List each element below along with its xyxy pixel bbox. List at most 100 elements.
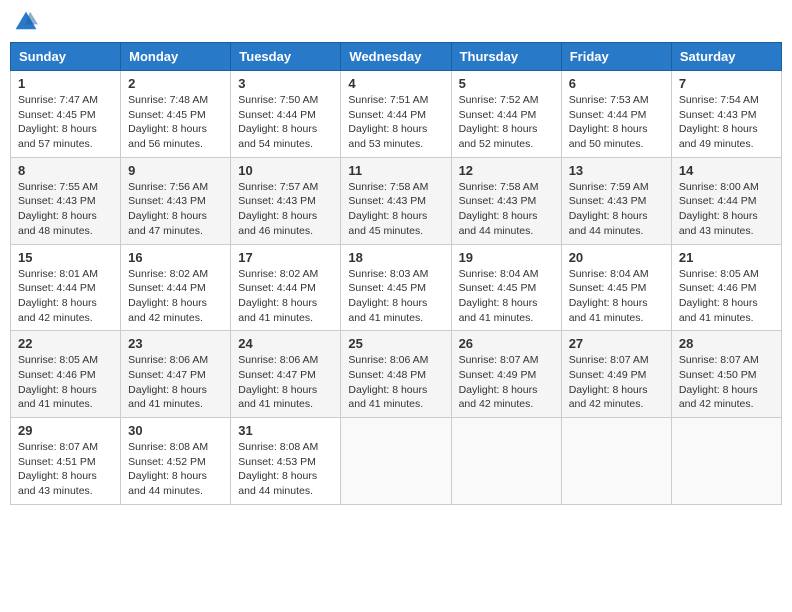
day-info: Sunrise: 8:01 AM Sunset: 4:44 PM Dayligh… (18, 267, 113, 326)
calendar-cell (671, 418, 781, 505)
day-info: Sunrise: 8:08 AM Sunset: 4:52 PM Dayligh… (128, 440, 223, 499)
day-number: 30 (128, 423, 223, 438)
day-number: 23 (128, 336, 223, 351)
day-info: Sunrise: 8:07 AM Sunset: 4:51 PM Dayligh… (18, 440, 113, 499)
day-info: Sunrise: 8:04 AM Sunset: 4:45 PM Dayligh… (569, 267, 664, 326)
calendar-week-row: 22 Sunrise: 8:05 AM Sunset: 4:46 PM Dayl… (11, 331, 782, 418)
calendar-body: 1 Sunrise: 7:47 AM Sunset: 4:45 PM Dayli… (11, 71, 782, 505)
calendar-cell: 9 Sunrise: 7:56 AM Sunset: 4:43 PM Dayli… (121, 157, 231, 244)
day-info: Sunrise: 7:59 AM Sunset: 4:43 PM Dayligh… (569, 180, 664, 239)
page-header (10, 10, 782, 34)
calendar-cell: 27 Sunrise: 8:07 AM Sunset: 4:49 PM Dayl… (561, 331, 671, 418)
day-info: Sunrise: 8:02 AM Sunset: 4:44 PM Dayligh… (128, 267, 223, 326)
day-info: Sunrise: 8:04 AM Sunset: 4:45 PM Dayligh… (459, 267, 554, 326)
day-number: 3 (238, 76, 333, 91)
day-info: Sunrise: 7:50 AM Sunset: 4:44 PM Dayligh… (238, 93, 333, 152)
day-number: 31 (238, 423, 333, 438)
day-info: Sunrise: 8:06 AM Sunset: 4:47 PM Dayligh… (128, 353, 223, 412)
day-number: 4 (348, 76, 443, 91)
day-number: 28 (679, 336, 774, 351)
day-number: 7 (679, 76, 774, 91)
calendar-header-wednesday: Wednesday (341, 43, 451, 71)
day-number: 15 (18, 250, 113, 265)
day-number: 13 (569, 163, 664, 178)
calendar-cell: 13 Sunrise: 7:59 AM Sunset: 4:43 PM Dayl… (561, 157, 671, 244)
day-info: Sunrise: 8:06 AM Sunset: 4:47 PM Dayligh… (238, 353, 333, 412)
day-number: 12 (459, 163, 554, 178)
day-number: 25 (348, 336, 443, 351)
day-info: Sunrise: 7:47 AM Sunset: 4:45 PM Dayligh… (18, 93, 113, 152)
day-number: 10 (238, 163, 333, 178)
day-number: 6 (569, 76, 664, 91)
calendar-week-row: 1 Sunrise: 7:47 AM Sunset: 4:45 PM Dayli… (11, 71, 782, 158)
day-info: Sunrise: 7:58 AM Sunset: 4:43 PM Dayligh… (459, 180, 554, 239)
day-info: Sunrise: 7:52 AM Sunset: 4:44 PM Dayligh… (459, 93, 554, 152)
calendar-cell: 2 Sunrise: 7:48 AM Sunset: 4:45 PM Dayli… (121, 71, 231, 158)
day-info: Sunrise: 7:53 AM Sunset: 4:44 PM Dayligh… (569, 93, 664, 152)
day-number: 11 (348, 163, 443, 178)
calendar-cell: 8 Sunrise: 7:55 AM Sunset: 4:43 PM Dayli… (11, 157, 121, 244)
day-info: Sunrise: 8:02 AM Sunset: 4:44 PM Dayligh… (238, 267, 333, 326)
day-number: 5 (459, 76, 554, 91)
calendar-header-friday: Friday (561, 43, 671, 71)
day-info: Sunrise: 8:00 AM Sunset: 4:44 PM Dayligh… (679, 180, 774, 239)
calendar-cell: 23 Sunrise: 8:06 AM Sunset: 4:47 PM Dayl… (121, 331, 231, 418)
calendar-cell: 29 Sunrise: 8:07 AM Sunset: 4:51 PM Dayl… (11, 418, 121, 505)
calendar-cell: 14 Sunrise: 8:00 AM Sunset: 4:44 PM Dayl… (671, 157, 781, 244)
calendar-cell: 31 Sunrise: 8:08 AM Sunset: 4:53 PM Dayl… (231, 418, 341, 505)
calendar-header-thursday: Thursday (451, 43, 561, 71)
day-info: Sunrise: 7:55 AM Sunset: 4:43 PM Dayligh… (18, 180, 113, 239)
day-number: 2 (128, 76, 223, 91)
calendar-table: SundayMondayTuesdayWednesdayThursdayFrid… (10, 42, 782, 505)
day-info: Sunrise: 8:05 AM Sunset: 4:46 PM Dayligh… (18, 353, 113, 412)
calendar-cell: 4 Sunrise: 7:51 AM Sunset: 4:44 PM Dayli… (341, 71, 451, 158)
calendar-cell: 19 Sunrise: 8:04 AM Sunset: 4:45 PM Dayl… (451, 244, 561, 331)
calendar-cell: 24 Sunrise: 8:06 AM Sunset: 4:47 PM Dayl… (231, 331, 341, 418)
calendar-cell: 11 Sunrise: 7:58 AM Sunset: 4:43 PM Dayl… (341, 157, 451, 244)
day-number: 20 (569, 250, 664, 265)
day-number: 22 (18, 336, 113, 351)
day-info: Sunrise: 7:58 AM Sunset: 4:43 PM Dayligh… (348, 180, 443, 239)
calendar-cell: 21 Sunrise: 8:05 AM Sunset: 4:46 PM Dayl… (671, 244, 781, 331)
calendar-week-row: 29 Sunrise: 8:07 AM Sunset: 4:51 PM Dayl… (11, 418, 782, 505)
calendar-header-tuesday: Tuesday (231, 43, 341, 71)
calendar-cell: 6 Sunrise: 7:53 AM Sunset: 4:44 PM Dayli… (561, 71, 671, 158)
calendar-cell: 28 Sunrise: 8:07 AM Sunset: 4:50 PM Dayl… (671, 331, 781, 418)
day-info: Sunrise: 7:48 AM Sunset: 4:45 PM Dayligh… (128, 93, 223, 152)
day-info: Sunrise: 7:57 AM Sunset: 4:43 PM Dayligh… (238, 180, 333, 239)
day-number: 16 (128, 250, 223, 265)
calendar-cell: 30 Sunrise: 8:08 AM Sunset: 4:52 PM Dayl… (121, 418, 231, 505)
day-number: 24 (238, 336, 333, 351)
day-number: 27 (569, 336, 664, 351)
calendar-week-row: 15 Sunrise: 8:01 AM Sunset: 4:44 PM Dayl… (11, 244, 782, 331)
calendar-cell: 26 Sunrise: 8:07 AM Sunset: 4:49 PM Dayl… (451, 331, 561, 418)
calendar-header-saturday: Saturday (671, 43, 781, 71)
day-info: Sunrise: 7:56 AM Sunset: 4:43 PM Dayligh… (128, 180, 223, 239)
day-number: 1 (18, 76, 113, 91)
logo (14, 10, 42, 34)
calendar-cell (451, 418, 561, 505)
calendar-week-row: 8 Sunrise: 7:55 AM Sunset: 4:43 PM Dayli… (11, 157, 782, 244)
calendar-cell: 22 Sunrise: 8:05 AM Sunset: 4:46 PM Dayl… (11, 331, 121, 418)
calendar-header-sunday: Sunday (11, 43, 121, 71)
calendar-cell: 17 Sunrise: 8:02 AM Sunset: 4:44 PM Dayl… (231, 244, 341, 331)
calendar-cell: 20 Sunrise: 8:04 AM Sunset: 4:45 PM Dayl… (561, 244, 671, 331)
calendar-cell: 12 Sunrise: 7:58 AM Sunset: 4:43 PM Dayl… (451, 157, 561, 244)
day-info: Sunrise: 8:07 AM Sunset: 4:49 PM Dayligh… (569, 353, 664, 412)
calendar-cell: 16 Sunrise: 8:02 AM Sunset: 4:44 PM Dayl… (121, 244, 231, 331)
day-info: Sunrise: 8:06 AM Sunset: 4:48 PM Dayligh… (348, 353, 443, 412)
calendar-cell: 5 Sunrise: 7:52 AM Sunset: 4:44 PM Dayli… (451, 71, 561, 158)
day-info: Sunrise: 8:03 AM Sunset: 4:45 PM Dayligh… (348, 267, 443, 326)
day-info: Sunrise: 8:07 AM Sunset: 4:49 PM Dayligh… (459, 353, 554, 412)
logo-icon (14, 10, 38, 34)
calendar-cell (341, 418, 451, 505)
day-info: Sunrise: 8:08 AM Sunset: 4:53 PM Dayligh… (238, 440, 333, 499)
day-info: Sunrise: 7:54 AM Sunset: 4:43 PM Dayligh… (679, 93, 774, 152)
calendar-cell (561, 418, 671, 505)
day-number: 14 (679, 163, 774, 178)
day-number: 26 (459, 336, 554, 351)
calendar-cell: 10 Sunrise: 7:57 AM Sunset: 4:43 PM Dayl… (231, 157, 341, 244)
day-info: Sunrise: 8:05 AM Sunset: 4:46 PM Dayligh… (679, 267, 774, 326)
day-info: Sunrise: 7:51 AM Sunset: 4:44 PM Dayligh… (348, 93, 443, 152)
day-number: 9 (128, 163, 223, 178)
